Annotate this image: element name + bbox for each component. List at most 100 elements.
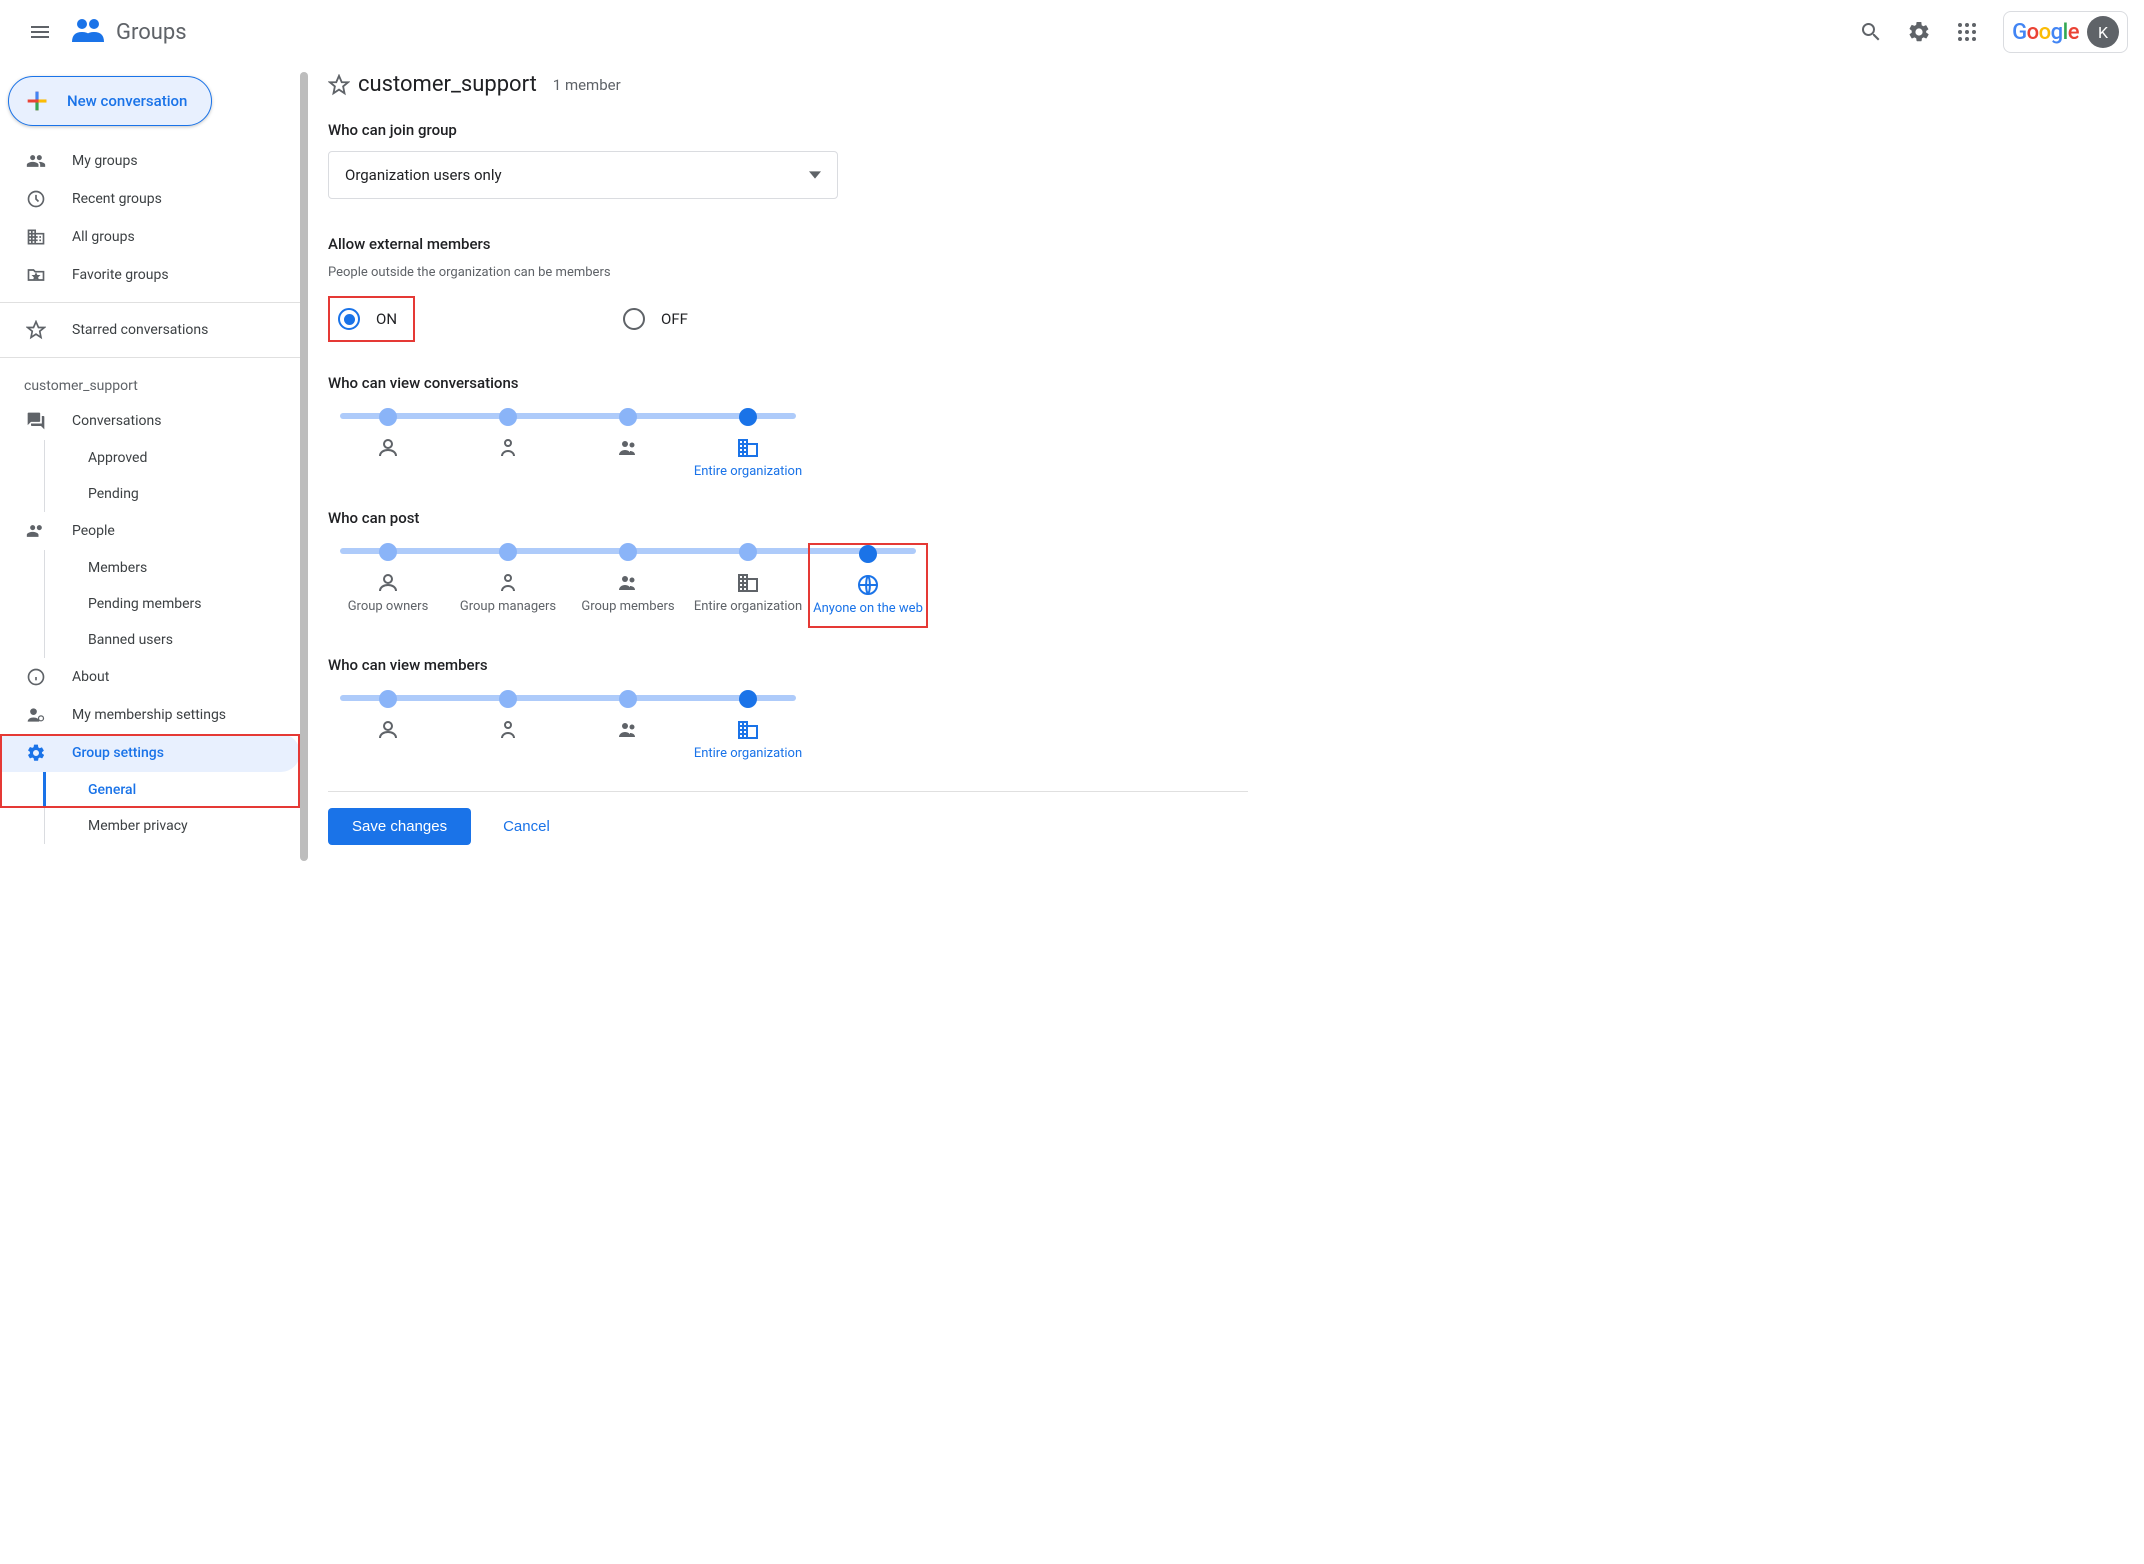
- sidebar-label: Group settings: [72, 745, 164, 761]
- new-conversation-button[interactable]: New conversation: [8, 76, 212, 126]
- manager-icon: [496, 571, 520, 595]
- radio-off[interactable]: OFF: [615, 296, 704, 342]
- globe-icon: [856, 573, 880, 597]
- settings-button[interactable]: [1895, 8, 1943, 56]
- radio-off-label: OFF: [661, 310, 688, 328]
- view-members-section: Who can view members Entire organization: [328, 656, 1248, 763]
- forum-icon: [24, 411, 48, 431]
- gear-icon: [24, 743, 48, 763]
- folder-star-icon: [24, 265, 48, 285]
- sidebar-item-membership-settings[interactable]: My membership settings: [0, 696, 300, 734]
- member-count[interactable]: 1 member: [553, 76, 621, 94]
- org-icon: [736, 571, 760, 595]
- allow-external-sublabel: People outside the organization can be m…: [328, 265, 1248, 280]
- app-logo[interactable]: Groups: [68, 12, 187, 52]
- members-icon: [616, 718, 640, 742]
- sidebar-item-group-settings[interactable]: Group settings: [0, 734, 300, 772]
- view-conversations-slider[interactable]: Entire organization: [328, 408, 808, 481]
- star-outline-icon[interactable]: [328, 74, 350, 96]
- sidebar-item-conversations[interactable]: Conversations: [0, 402, 300, 440]
- highlight-anyone-web: Anyone on the web: [808, 543, 928, 628]
- sidebar-sub-pending-members[interactable]: Pending members: [0, 586, 300, 622]
- star-icon: [24, 320, 48, 340]
- who-can-post-slider[interactable]: Group owners Group managers Group member…: [328, 543, 928, 628]
- who-can-join-label: Who can join group: [328, 121, 1248, 139]
- plus-icon: [23, 87, 51, 115]
- sidebar-item-about[interactable]: About: [0, 658, 300, 696]
- people-icon: [24, 151, 48, 171]
- sidebar-label: People: [72, 523, 115, 539]
- info-icon: [24, 667, 48, 687]
- owner-icon: [376, 718, 400, 742]
- sidebar-sub-members[interactable]: Members: [0, 550, 300, 586]
- building-icon: [24, 227, 48, 247]
- cancel-button[interactable]: Cancel: [503, 818, 550, 835]
- org-icon: [736, 436, 760, 460]
- group-title: customer_support: [358, 72, 537, 97]
- sidebar-label: Favorite groups: [72, 267, 169, 283]
- main-menu-button[interactable]: [16, 8, 64, 56]
- clock-icon: [24, 189, 48, 209]
- members-icon: [616, 571, 640, 595]
- apps-grid-icon: [1955, 20, 1979, 44]
- sidebar-item-favorite-groups[interactable]: Favorite groups: [0, 256, 300, 294]
- sidebar-label: Conversations: [72, 413, 161, 429]
- owner-icon: [376, 436, 400, 460]
- manager-icon: [496, 718, 520, 742]
- chevron-down-icon: [809, 169, 821, 181]
- view-members-slider[interactable]: Entire organization: [328, 690, 808, 763]
- dropdown-value: Organization users only: [345, 166, 502, 184]
- save-button[interactable]: Save changes: [328, 808, 471, 845]
- new-conversation-label: New conversation: [67, 92, 187, 110]
- sidebar-item-starred[interactable]: Starred conversations: [0, 311, 300, 349]
- sidebar-sub-member-privacy[interactable]: Member privacy: [0, 808, 300, 844]
- radio-on-label: ON: [376, 310, 397, 328]
- who-can-post-label: Who can post: [328, 509, 1248, 527]
- sidebar-label: My groups: [72, 153, 138, 169]
- person-gear-icon: [24, 705, 48, 725]
- sidebar: New conversation My groups Recent groups…: [0, 64, 300, 869]
- highlight-group-settings: Group settings General: [0, 734, 300, 808]
- view-conversations-label: Who can view conversations: [328, 374, 1248, 392]
- sidebar-sub-approved[interactable]: Approved: [0, 440, 300, 476]
- radio-on[interactable]: ON: [330, 298, 413, 340]
- radio-icon: [623, 308, 645, 330]
- org-icon: [736, 718, 760, 742]
- view-members-label: Who can view members: [328, 656, 1248, 674]
- radio-icon: [338, 308, 360, 330]
- people-icon: [24, 521, 48, 541]
- hamburger-icon: [28, 20, 52, 44]
- google-label: Google: [2012, 20, 2079, 45]
- members-icon: [616, 436, 640, 460]
- sidebar-item-all-groups[interactable]: All groups: [0, 218, 300, 256]
- owner-icon: [376, 571, 400, 595]
- sidebar-item-people[interactable]: People: [0, 512, 300, 550]
- sidebar-label: My membership settings: [72, 707, 226, 723]
- footer-actions: Save changes Cancel: [328, 808, 1248, 845]
- view-conversations-section: Who can view conversations Entire organi…: [328, 374, 1248, 481]
- search-button[interactable]: [1847, 8, 1895, 56]
- main-content: customer_support 1 member Who can join g…: [312, 64, 1272, 869]
- sidebar-item-my-groups[interactable]: My groups: [0, 142, 300, 180]
- scrollbar[interactable]: [300, 72, 308, 861]
- sidebar-sub-banned-users[interactable]: Banned users: [0, 622, 300, 658]
- apps-button[interactable]: [1943, 8, 1991, 56]
- sidebar-sub-general[interactable]: General: [0, 772, 300, 808]
- app-name: Groups: [116, 20, 187, 45]
- manager-icon: [496, 436, 520, 460]
- app-header: Groups Google K: [0, 0, 2144, 64]
- search-icon: [1859, 20, 1883, 44]
- sidebar-sub-pending[interactable]: Pending: [0, 476, 300, 512]
- account-chip[interactable]: Google K: [2003, 11, 2128, 53]
- sidebar-label: Recent groups: [72, 191, 162, 207]
- sidebar-item-recent-groups[interactable]: Recent groups: [0, 180, 300, 218]
- who-can-join-dropdown[interactable]: Organization users only: [328, 151, 838, 199]
- allow-external-label: Allow external members: [328, 235, 1248, 253]
- who-can-post-section: Who can post Group owners Group managers…: [328, 509, 1248, 628]
- avatar[interactable]: K: [2087, 16, 2119, 48]
- sidebar-label: All groups: [72, 229, 135, 245]
- allow-external-radio-group: ON OFF: [328, 296, 1248, 342]
- sidebar-label: Starred conversations: [72, 322, 208, 338]
- gear-icon: [1907, 20, 1931, 44]
- groups-logo-icon: [68, 12, 108, 52]
